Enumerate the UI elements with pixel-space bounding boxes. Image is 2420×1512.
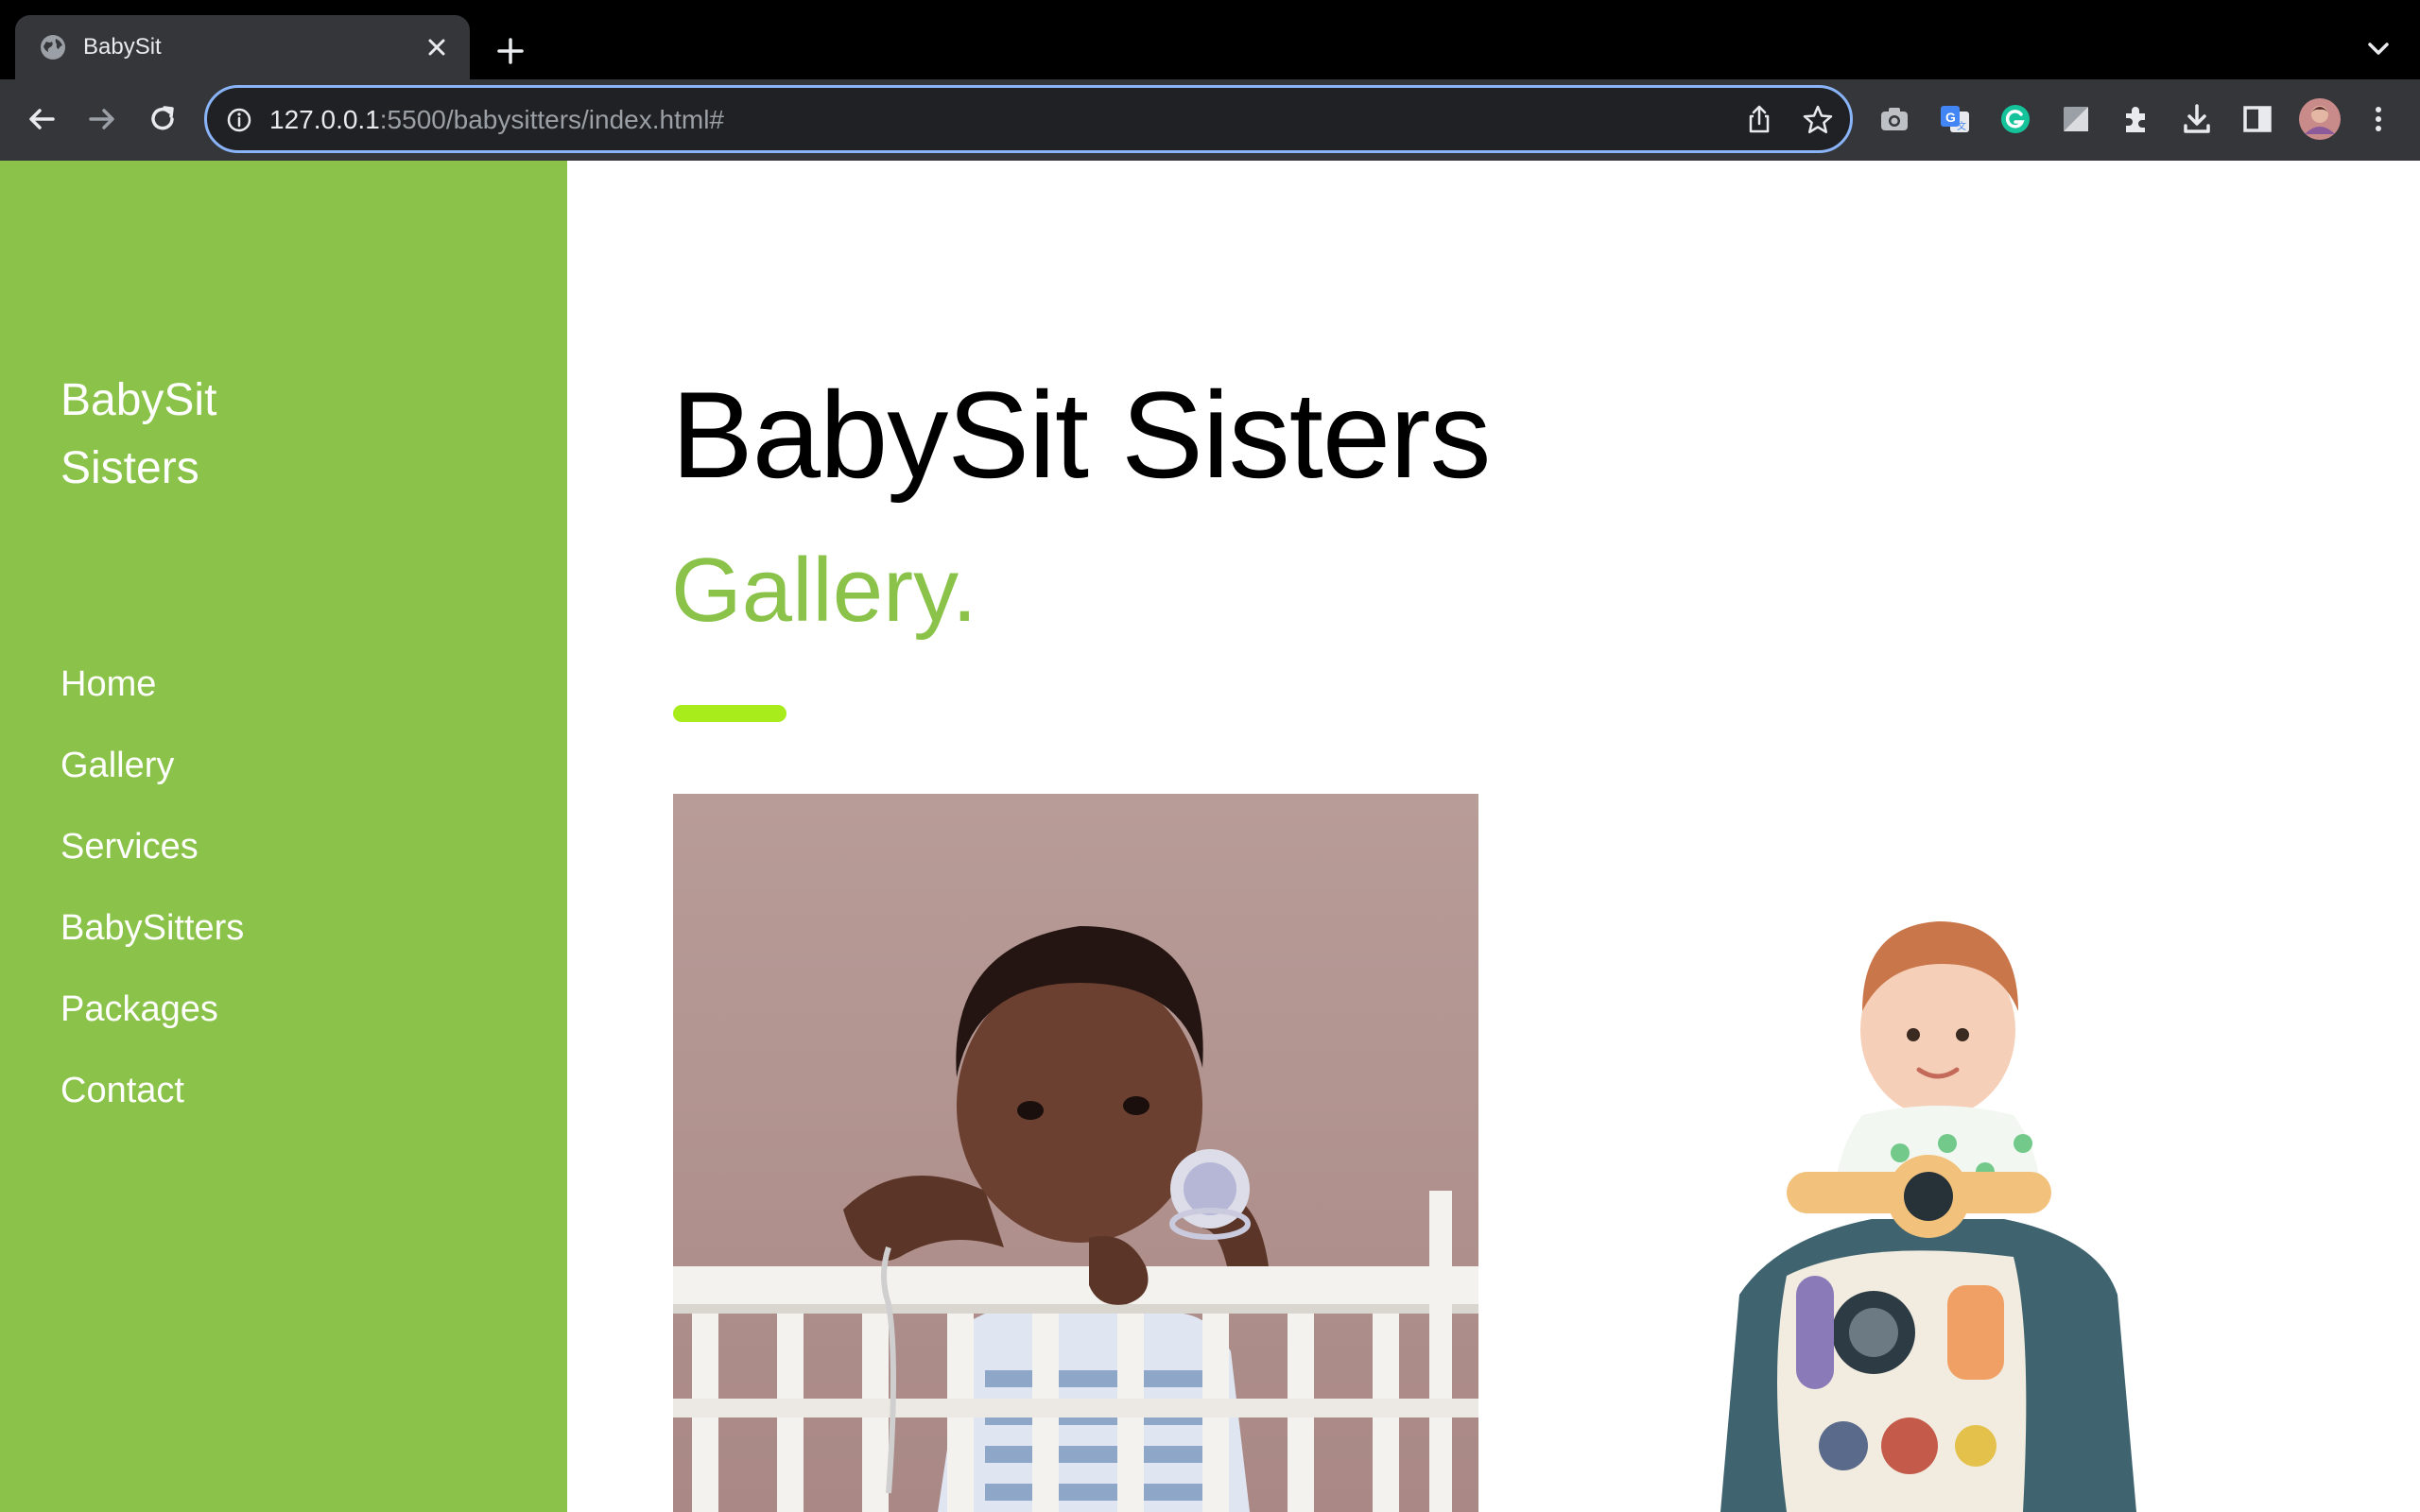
profile-avatar-icon[interactable] <box>2297 96 2342 142</box>
sidebar: BabySit Sisters Home Gallery Services Ba… <box>0 161 567 1512</box>
tab-title: BabySit <box>83 34 162 60</box>
nav-item-services[interactable]: Services <box>60 818 244 900</box>
toddler-with-walker-illustration <box>1626 917 2155 1512</box>
globe-icon <box>41 35 65 60</box>
section-heading: Gallery. <box>671 540 977 641</box>
heading-underline <box>673 705 786 722</box>
nav-item-gallery[interactable]: Gallery <box>60 737 244 818</box>
puzzle-extensions-icon[interactable] <box>2118 100 2155 138</box>
nav-item-packages[interactable]: Packages <box>60 981 244 1062</box>
info-icon[interactable] <box>224 105 254 135</box>
nav-item-babysitters[interactable]: BabySitters <box>60 900 244 981</box>
grammarly-icon[interactable] <box>1996 100 2034 138</box>
svg-text:文: 文 <box>1957 120 1966 132</box>
svg-text:G: G <box>1945 110 1956 125</box>
address-bar[interactable]: 127.0.0.1:5500/babysitters/index.html# <box>204 85 1853 153</box>
extension-square-icon[interactable] <box>2057 100 2095 138</box>
url-path: :5500/babysitters/index.html# <box>379 105 724 134</box>
url-text[interactable]: 127.0.0.1:5500/babysitters/index.html# <box>269 103 724 137</box>
share-icon[interactable] <box>1742 103 1776 137</box>
camera-extension-icon[interactable] <box>1876 100 1913 138</box>
web-page: BabySit Sisters Home Gallery Services Ba… <box>0 161 2420 1512</box>
download-icon[interactable] <box>2178 100 2216 138</box>
forward-arrow-icon[interactable] <box>83 100 121 138</box>
baby-in-crib-photo[interactable] <box>673 794 1478 1512</box>
back-arrow-icon[interactable] <box>23 100 60 138</box>
side-panel-icon[interactable] <box>2238 100 2276 138</box>
browser-tab[interactable]: BabySit <box>15 15 470 79</box>
page-title: BabySit Sisters <box>671 366 1491 504</box>
close-icon[interactable] <box>422 32 452 62</box>
google-translate-icon[interactable]: G 文 <box>1936 100 1974 138</box>
chevron-down-icon[interactable] <box>2360 30 2397 68</box>
bookmark-star-icon[interactable] <box>1801 103 1835 137</box>
toddler-with-walker-photo[interactable] <box>1626 917 2155 1512</box>
more-menu-icon[interactable] <box>2360 100 2397 138</box>
nav-item-contact[interactable]: Contact <box>60 1062 244 1143</box>
sidebar-nav: Home Gallery Services BabySitters Packag… <box>60 656 244 1143</box>
sidebar-brand[interactable]: BabySit Sisters <box>60 367 363 503</box>
baby-in-crib-illustration <box>673 794 1478 1512</box>
reload-icon[interactable] <box>144 100 182 138</box>
url-host: 127.0.0.1 <box>269 105 380 134</box>
nav-item-home[interactable]: Home <box>60 656 244 737</box>
new-tab-plus-icon[interactable] <box>492 32 529 70</box>
tab-strip: BabySit <box>0 0 2420 79</box>
